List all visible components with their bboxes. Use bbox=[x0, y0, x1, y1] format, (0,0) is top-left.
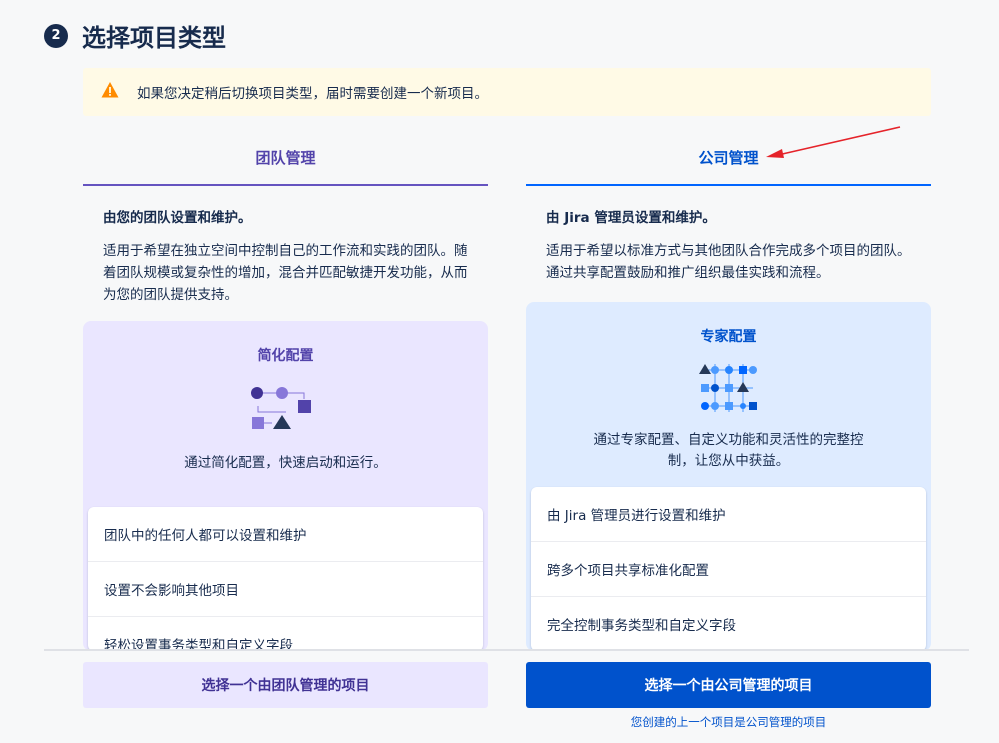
company-feature-list: 由 Jira 管理员进行设置和维护 跨多个项目共享标准化配置 完全控制事务类型和… bbox=[531, 487, 926, 651]
company-description: 适用于希望以标准方式与其他团队合作完成多个项目的团队。通过共享配置鼓励和推广组织… bbox=[546, 243, 911, 281]
step-number-badge: 2 bbox=[44, 23, 68, 48]
simplified-config-title: 简化配置 bbox=[257, 348, 314, 364]
simplified-config-desc: 通过简化配置，快速启动和运行。 bbox=[184, 455, 387, 471]
select-company-managed-button[interactable]: 选择一个由公司管理的项目 bbox=[526, 662, 931, 708]
annotation-arrow-icon bbox=[766, 126, 901, 158]
page-title: 选择项目类型 bbox=[82, 24, 226, 52]
last-project-hint: 您创建的上一个项目是公司管理的项目 bbox=[630, 715, 827, 729]
team-feature-list: 团队中的任何人都可以设置和维护 设置不会影响其他项目 轻松设置事务类型和自定义字… bbox=[88, 507, 483, 651]
expert-config-illustration-icon bbox=[698, 364, 757, 412]
simplified-config-card: 简化配置 通过简化配置，快速启动和运行。 团队中的任何人都可以设置和维护 设置不… bbox=[83, 321, 488, 651]
team-managed-column: 团队管理 由您的团队设置和维护。 适用于希望在独立空间中控制自己的工作流和实践的… bbox=[83, 130, 488, 306]
step-header: 2 选择项目类型 bbox=[44, 18, 226, 53]
list-item: 跨多个项目共享标准化配置 bbox=[531, 542, 926, 597]
warning-icon bbox=[101, 81, 119, 103]
team-owner-text: 由您的团队设置和维护。 bbox=[103, 210, 252, 226]
list-item: 由 Jira 管理员进行设置和维护 bbox=[531, 487, 926, 542]
simplified-config-illustration-icon bbox=[250, 387, 311, 429]
list-item: 设置不会影响其他项目 bbox=[88, 562, 483, 617]
expert-config-title: 专家配置 bbox=[700, 329, 757, 345]
expert-config-desc: 通过专家配置、自定义功能和灵活性的完整控制，让您从中获益。 bbox=[593, 432, 864, 469]
list-item: 团队中的任何人都可以设置和维护 bbox=[88, 507, 483, 562]
expert-config-card: 专家配置 通过专家配置、自定义功能和灵活性的完整控制，让您从中获益。 由 Jir… bbox=[526, 302, 931, 651]
tab-team-managed[interactable]: 团队管理 bbox=[83, 130, 488, 186]
warning-banner: 如果您决定稍后切换项目类型，届时需要创建一个新项目。 bbox=[83, 68, 931, 116]
team-description: 适用于希望在独立空间中控制自己的工作流和实践的团队。随着团队规模或复杂性的增加，… bbox=[103, 243, 468, 303]
select-team-managed-button[interactable]: 选择一个由团队管理的项目 bbox=[83, 662, 488, 708]
list-item: 轻松设置事务类型和自定义字段 bbox=[88, 617, 483, 651]
company-owner-text: 由 Jira 管理员设置和维护。 bbox=[546, 210, 716, 226]
warning-text: 如果您决定稍后切换项目类型，届时需要创建一个新项目。 bbox=[137, 86, 488, 102]
list-item: 完全控制事务类型和自定义字段 bbox=[531, 597, 926, 651]
